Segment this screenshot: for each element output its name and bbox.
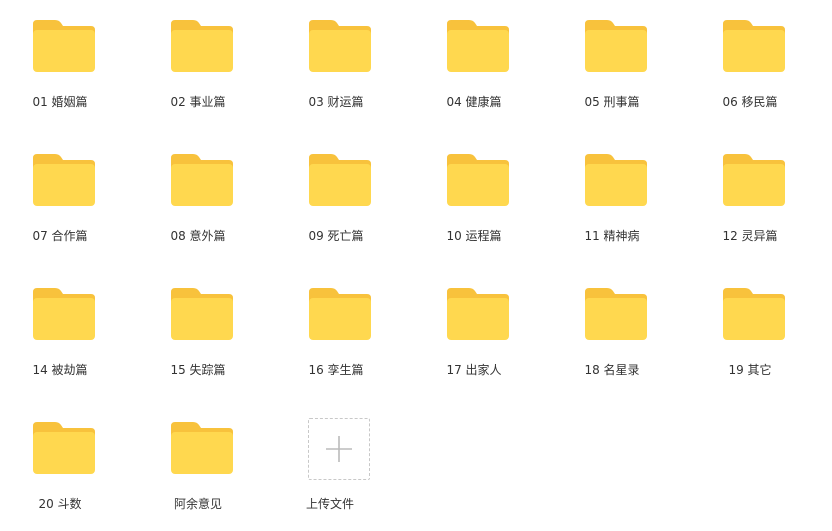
folder-item[interactable]: 14 被劫篇	[0, 288, 120, 398]
folder-item[interactable]: 20 斗数	[0, 422, 120, 531]
folder-icon	[33, 288, 95, 340]
folder-label: 12 灵异篇	[722, 229, 778, 243]
folder-item[interactable]: 09 死亡篇	[276, 154, 396, 264]
folder-label: 03 财运篇	[308, 95, 364, 109]
plus-icon	[326, 436, 352, 462]
folder-item[interactable]: 11 精神病	[552, 154, 672, 264]
folder-label: 15 失踪篇	[170, 363, 226, 377]
folder-icon	[171, 422, 233, 474]
folder-label: 10 运程篇	[446, 229, 502, 243]
folder-label: 08 意外篇	[170, 229, 226, 243]
folder-item[interactable]: 19 其它	[690, 288, 810, 398]
folder-icon	[33, 422, 95, 474]
folder-item[interactable]: 15 失踪篇	[138, 288, 258, 398]
folder-label: 14 被劫篇	[32, 363, 88, 377]
folder-item[interactable]: 07 合作篇	[0, 154, 120, 264]
folder-icon	[585, 288, 647, 340]
folder-item[interactable]: 阿余意见	[138, 422, 258, 531]
folder-label: 01 婚姻篇	[32, 95, 88, 109]
folder-item[interactable]: 02 事业篇	[138, 20, 258, 130]
folder-item[interactable]: 06 移民篇	[690, 20, 810, 130]
folder-icon	[33, 20, 95, 72]
folder-icon	[585, 20, 647, 72]
folder-icon	[309, 288, 371, 340]
folder-label: 07 合作篇	[32, 229, 88, 243]
folder-label: 02 事业篇	[170, 95, 226, 109]
folder-icon	[447, 20, 509, 72]
folder-icon	[723, 20, 785, 72]
folder-label: 阿余意见	[173, 497, 222, 511]
folder-label: 16 孪生篇	[308, 363, 364, 377]
folder-item[interactable]: 01 婚姻篇	[0, 20, 120, 130]
folder-label: 09 死亡篇	[308, 229, 364, 243]
folder-label: 17 出家人	[446, 363, 502, 377]
folder-item[interactable]: 17 出家人	[414, 288, 534, 398]
folder-icon	[309, 154, 371, 206]
folder-label: 05 刑事篇	[584, 95, 640, 109]
upload-item[interactable]: 上传文件	[270, 418, 390, 528]
folder-item[interactable]: 16 孪生篇	[276, 288, 396, 398]
folder-item[interactable]: 04 健康篇	[414, 20, 534, 130]
folder-icon	[33, 154, 95, 206]
folder-icon	[171, 20, 233, 72]
folder-item[interactable]: 05 刑事篇	[552, 20, 672, 130]
folder-label: 11 精神病	[584, 229, 640, 243]
folder-label: 20 斗数	[38, 497, 82, 511]
upload-button[interactable]	[308, 418, 370, 480]
upload-label: 上传文件	[305, 497, 354, 511]
folder-label: 18 名星录	[584, 363, 640, 377]
folder-label: 04 健康篇	[446, 95, 502, 109]
folder-item[interactable]: 08 意外篇	[138, 154, 258, 264]
folder-icon	[723, 154, 785, 206]
folder-icon	[585, 154, 647, 206]
folder-label: 06 移民篇	[722, 95, 778, 109]
folder-item[interactable]: 03 财运篇	[276, 20, 396, 130]
file-grid: 01 婚姻篇 02 事业篇 03 财运篇 04 健康篇 05 刑事篇 06 移民…	[0, 0, 832, 531]
folder-item[interactable]: 12 灵异篇	[690, 154, 810, 264]
folder-icon	[171, 154, 233, 206]
folder-icon	[171, 288, 233, 340]
folder-icon	[447, 288, 509, 340]
folder-icon	[447, 154, 509, 206]
folder-label: 19 其它	[728, 363, 772, 377]
folder-icon	[723, 288, 785, 340]
folder-item[interactable]: 10 运程篇	[414, 154, 534, 264]
folder-icon	[309, 20, 371, 72]
folder-item[interactable]: 18 名星录	[552, 288, 672, 398]
